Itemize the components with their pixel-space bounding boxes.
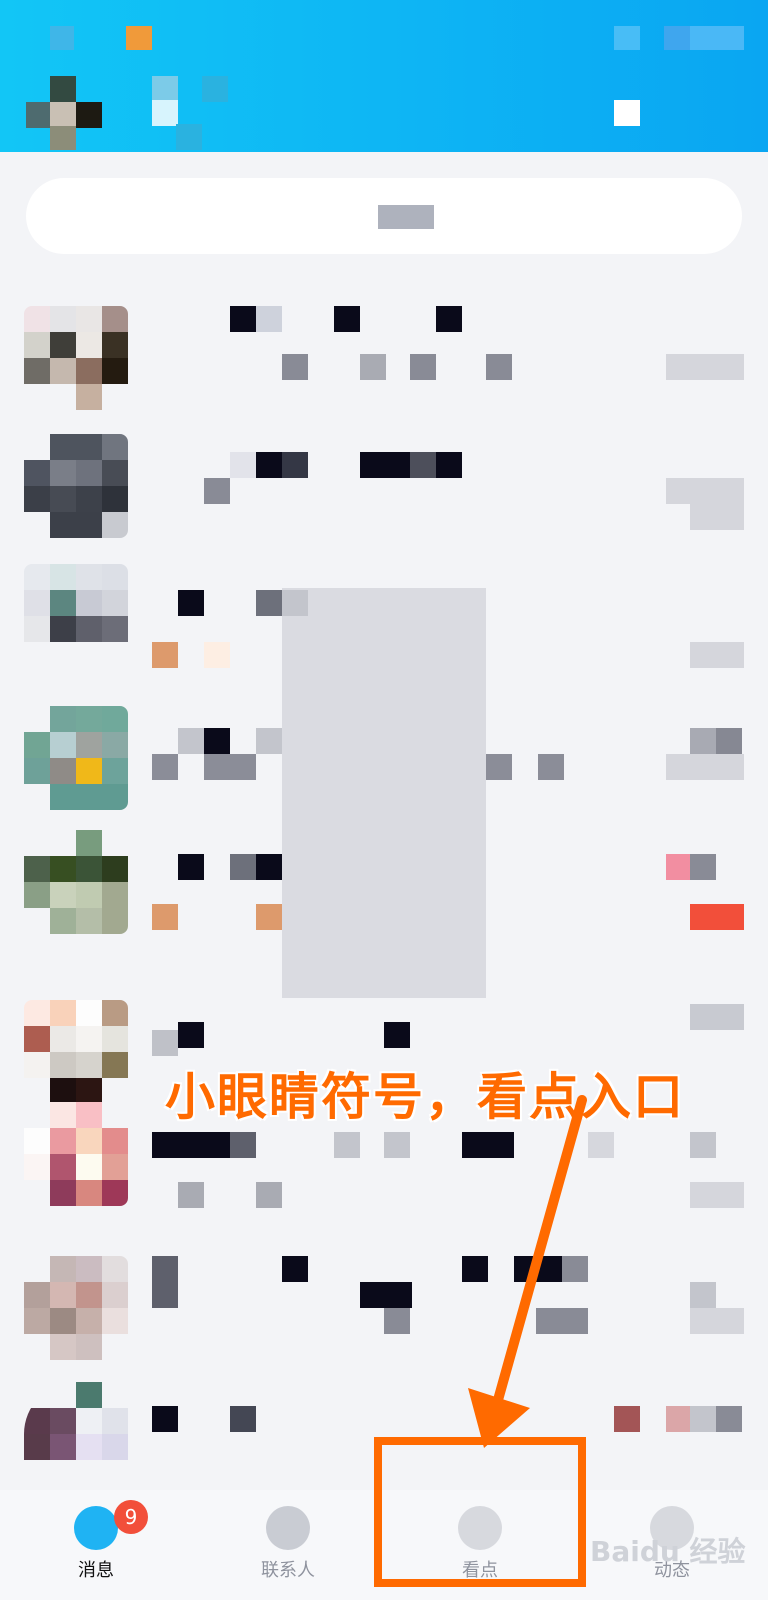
avatar (24, 1382, 128, 1486)
tab-label: 联系人 (261, 1560, 315, 1581)
conversation-row[interactable] (0, 426, 768, 554)
add-icon[interactable] (614, 100, 640, 126)
avatar (24, 830, 128, 934)
pixel-block (152, 100, 178, 126)
avatar (24, 1256, 128, 1360)
pixel-block (176, 124, 202, 150)
avatar-mosaic[interactable] (26, 76, 102, 150)
pixel-block (690, 26, 744, 50)
pixel-block (126, 26, 152, 50)
pixel-block (50, 26, 74, 50)
unread-badge: 9 (114, 1500, 148, 1534)
tab-contacts[interactable]: 联系人 (228, 1500, 348, 1600)
top-header (0, 0, 768, 152)
annotation-highlight-box (374, 1437, 586, 1587)
avatar (24, 706, 128, 810)
watermark: Baidu 经验 (590, 1535, 746, 1568)
avatar (24, 306, 128, 410)
avatar (24, 1000, 128, 1104)
avatar (24, 564, 128, 668)
pixel-block (152, 76, 178, 102)
pixel-block (202, 76, 228, 102)
search-icon (378, 205, 434, 229)
contacts-icon (266, 1506, 310, 1550)
avatar (24, 1102, 128, 1206)
plus-icon[interactable] (614, 26, 640, 50)
tab-label: 消息 (78, 1560, 114, 1581)
mosaic-overlay (282, 588, 486, 998)
avatar (24, 434, 128, 538)
conversation-row[interactable] (0, 298, 768, 426)
conversation-row[interactable] (0, 1230, 768, 1360)
annotation-label: 小眼睛符号，看点入口 (165, 1068, 685, 1126)
messages-icon (74, 1506, 118, 1550)
